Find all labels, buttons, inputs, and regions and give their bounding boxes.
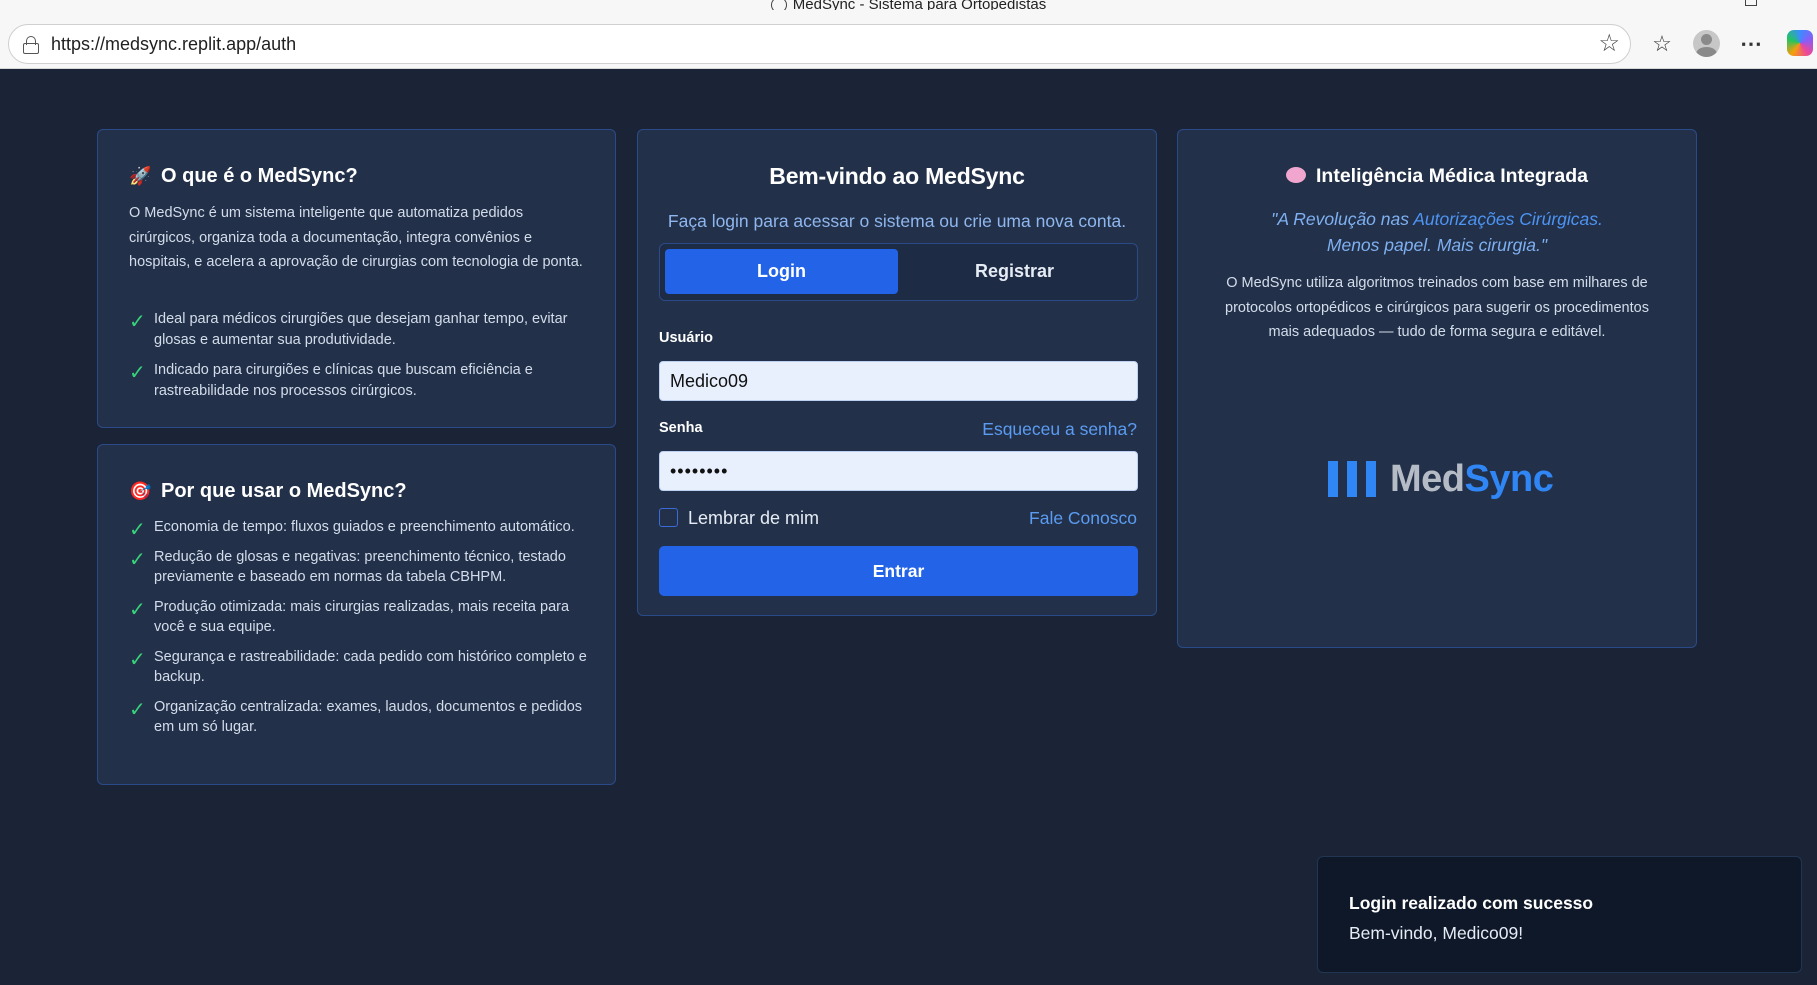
ai-title: Inteligência Médica Integrada [1178, 165, 1696, 188]
quote-part-b: Menos papel. Mais cirurgia." [1326, 234, 1548, 255]
globe-icon [770, 0, 787, 10]
remember-checkbox[interactable] [659, 508, 678, 527]
list-item: ✓ Organização centralizada: exames, laudo… [129, 697, 599, 738]
what-is-title: 🚀 O que é o MedSync? [129, 165, 358, 188]
check-icon: ✓ [129, 548, 146, 571]
remember-label[interactable]: Lembrar de mim [688, 508, 819, 529]
logo-sync: Sync [1464, 458, 1554, 500]
login-card: Bem-vindo ao MedSync Faça login para ace… [637, 129, 1157, 616]
success-toast[interactable]: Login realizado com sucesso Bem-vindo, M… [1317, 856, 1802, 973]
quote-highlight: Autorizações Cirúrgicas. [1413, 209, 1603, 229]
check-icon: ✓ [129, 648, 146, 671]
submit-button[interactable]: Entrar [659, 546, 1138, 596]
toast-message: Bem-vindo, Medico09! [1349, 923, 1524, 943]
rocket-icon: 🚀 [129, 166, 152, 186]
ai-title-text: Inteligência Médica Integrada [1316, 165, 1588, 187]
username-input[interactable]: Medico09 [659, 361, 1138, 401]
url-text[interactable]: https://medsync.replit.app/auth [51, 34, 296, 55]
what-is-card: 🚀 O que é o MedSync? O MedSync é um siste… [97, 129, 616, 428]
list-item-text: Segurança e rastreabilidade: cada pedido… [154, 648, 587, 686]
lock-icon[interactable] [23, 36, 39, 54]
logo-bar [1366, 461, 1376, 497]
list-item: ✓ Ideal para médicos cirurgiões que desej… [129, 309, 599, 350]
logo-bar [1328, 461, 1338, 497]
list-item: ✓ Redução de glosas e negativas: preenchi… [129, 547, 599, 588]
logo-bar [1347, 461, 1357, 497]
password-input[interactable]: •••••••• [659, 451, 1138, 491]
list-item: ✓ Indicado para cirurgiões e clínicas que… [129, 360, 599, 401]
list-item-text: Redução de glosas e negativas: preenchim… [154, 548, 566, 586]
logo-med: Med [1390, 458, 1465, 500]
check-icon: ✓ [129, 598, 146, 621]
address-bar[interactable]: https://medsync.replit.app/auth ☆ [8, 24, 1631, 64]
login-subtitle: Faça login para acessar o sistema ou cri… [667, 211, 1127, 231]
what-is-list: ✓ Ideal para médicos cirurgiões que desej… [129, 309, 599, 401]
list-item-text: Ideal para médicos cirurgiões que deseja… [154, 311, 568, 348]
browser-chrome: MedSync - Sistema para Ortopedistas http… [0, 0, 1817, 69]
why-use-title: 🎯 Por que usar o MedSync? [129, 480, 407, 503]
restore-window-icon[interactable] [1745, 0, 1757, 6]
logo-text: MedSync [1390, 455, 1554, 503]
list-item-text: Indicado para cirurgiões e clínicas que … [154, 362, 533, 399]
tab-login[interactable]: Login [665, 249, 898, 294]
quote-part-a: "A Revolução nas [1271, 209, 1414, 229]
check-icon: ✓ [129, 311, 146, 333]
favorites-icon[interactable]: ☆ [1644, 26, 1680, 62]
ai-description: O MedSync utiliza algoritmos treinados c… [1225, 275, 1649, 340]
tab-register[interactable]: Registrar [898, 249, 1131, 294]
why-use-list: ✓ Economia de tempo: fluxos guiados e pre… [129, 517, 599, 738]
forgot-password-link[interactable]: Esqueceu a senha? [982, 419, 1137, 440]
what-is-title-text: O que é o MedSync? [161, 165, 358, 187]
check-icon: ✓ [129, 698, 146, 721]
list-item: ✓ Segurança e rastreabilidade: cada pedid… [129, 647, 599, 688]
copilot-icon[interactable] [1787, 30, 1813, 56]
ai-card: Inteligência Médica Integrada "A Revoluç… [1177, 129, 1697, 648]
contact-link[interactable]: Fale Conosco [1029, 508, 1137, 529]
what-is-lead: O MedSync é um sistema inteligente que a… [129, 205, 583, 270]
brain-icon [1286, 166, 1306, 183]
username-label: Usuário [659, 330, 713, 346]
target-icon: 🎯 [129, 481, 152, 501]
toast-title: Login realizado com sucesso [1349, 893, 1594, 913]
check-icon: ✓ [129, 362, 146, 384]
favorite-star-icon[interactable]: ☆ [1598, 29, 1620, 58]
auth-tabs: Login Registrar [659, 243, 1138, 301]
window-title-text: MedSync - Sistema para Ortopedistas [792, 0, 1047, 10]
list-item: ✓ Economia de tempo: fluxos guiados e pre… [129, 517, 599, 541]
medsync-logo: MedSync [1328, 455, 1588, 503]
password-label: Senha [659, 420, 703, 436]
list-item-text: Organização centralizada: exames, laudos… [154, 698, 583, 736]
profile-avatar[interactable] [1693, 30, 1720, 57]
login-title: Bem-vindo ao MedSync [769, 163, 1025, 189]
list-item-text: Economia de tempo: fluxos guiados e pree… [154, 519, 575, 535]
why-use-title-text: Por que usar o MedSync? [161, 480, 407, 502]
window-title: MedSync - Sistema para Ortopedistas [0, 0, 1817, 10]
more-menu-icon[interactable]: ⋯ [1733, 26, 1769, 62]
ai-quote: "A Revolução nas Autorizações Cirúrgicas… [1178, 207, 1696, 258]
list-item-text: Produção otimizada: mais cirurgias reali… [154, 598, 570, 636]
list-item: ✓ Produção otimizada: mais cirurgias real… [129, 597, 599, 638]
check-icon: ✓ [129, 519, 146, 541]
why-use-card: 🎯 Por que usar o MedSync? ✓ Economia de te… [97, 444, 616, 785]
